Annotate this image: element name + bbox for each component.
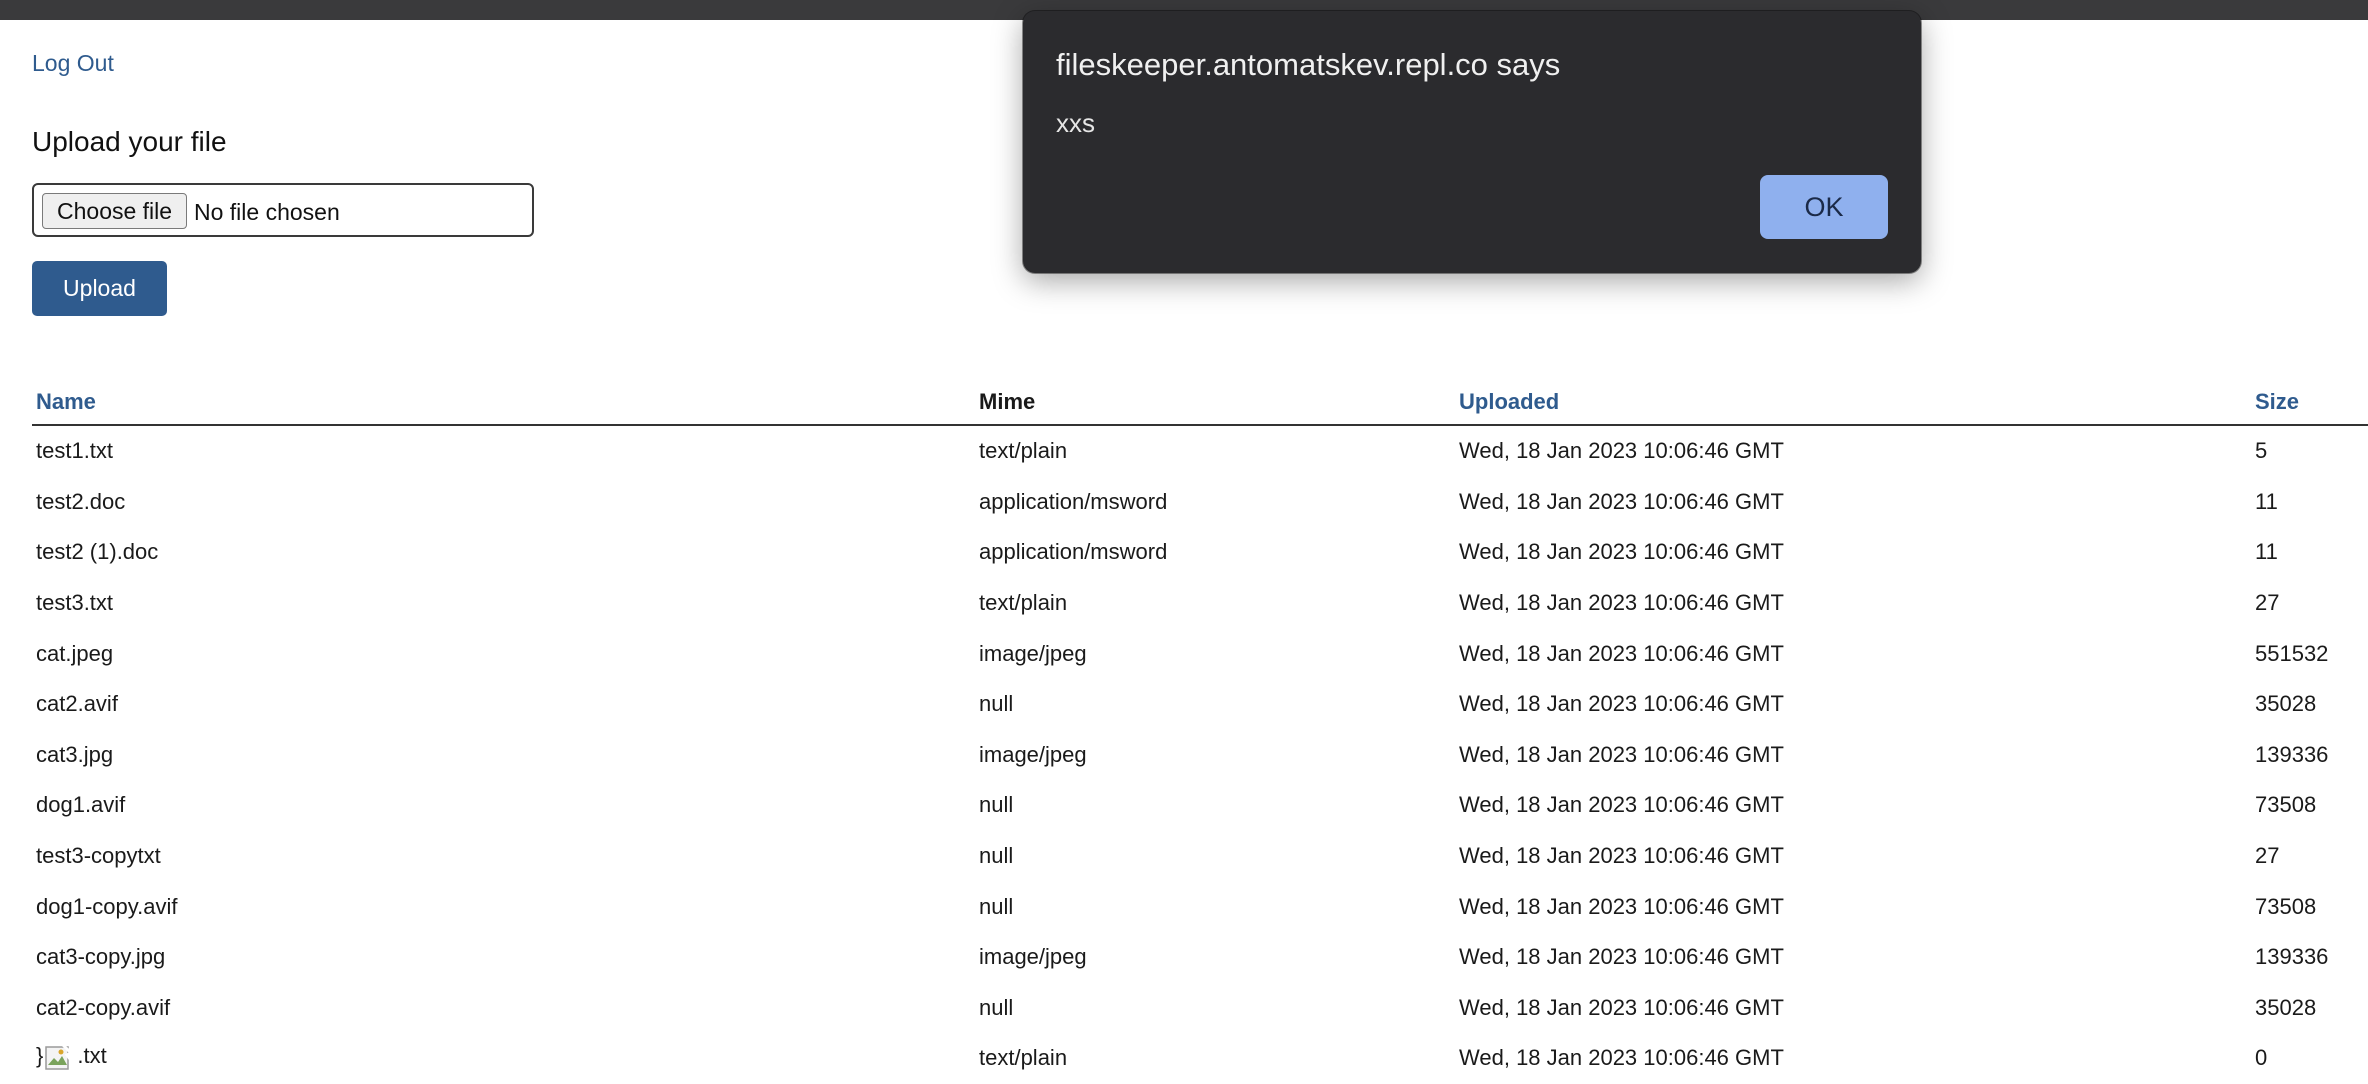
file-size: 5 — [2255, 438, 2268, 464]
alert-dialog: fileskeeper.antomatskev.repl.co says xxs… — [1023, 11, 1921, 273]
upload-button[interactable]: Upload — [32, 261, 167, 316]
file-mime: application/msword — [979, 539, 1168, 565]
file-name: test2 (1).doc — [36, 539, 159, 565]
file-mime: null — [979, 843, 1014, 869]
file-name-prefix: } — [36, 1043, 44, 1069]
file-name: test2.doc — [36, 488, 126, 514]
file-uploaded: Wed, 18 Jan 2023 10:06:46 GMT — [1459, 1045, 1784, 1071]
file-name: cat3-copy.jpg — [36, 944, 166, 970]
file-mime: text/plain — [979, 590, 1068, 616]
files-table: Name Mime Uploaded Size test1.txt text/p… — [32, 380, 2368, 1084]
file-name: cat2-copy.avif — [36, 994, 171, 1020]
table-row: test2 (1).doc application/msword Wed, 18… — [32, 527, 2368, 578]
choose-file-button[interactable]: Choose file — [42, 193, 188, 229]
file-name: dog1-copy.avif — [36, 893, 178, 919]
file-uploaded: Wed, 18 Jan 2023 10:06:46 GMT — [1459, 640, 1784, 666]
file-name: } .txt — [32, 1033, 975, 1084]
file-uploaded: Wed, 18 Jan 2023 10:06:46 GMT — [1459, 741, 1784, 767]
file-name: cat3.jpg — [36, 741, 114, 767]
file-size: 551532 — [2255, 640, 2329, 666]
file-name: cat2.avif — [36, 691, 118, 717]
column-header-uploaded[interactable]: Uploaded — [1455, 380, 2251, 426]
file-mime: null — [979, 994, 1014, 1020]
file-mime: text/plain — [979, 1045, 1068, 1071]
column-header-name[interactable]: Name — [32, 380, 975, 426]
file-size: 11 — [2255, 488, 2278, 514]
file-uploaded: Wed, 18 Jan 2023 10:06:46 GMT — [1459, 438, 1784, 464]
file-size: 27 — [2255, 590, 2280, 616]
table-row: test3.txt text/plain Wed, 18 Jan 2023 10… — [32, 578, 2368, 629]
file-mime: null — [979, 691, 1014, 717]
file-mime: image/jpeg — [979, 741, 1087, 767]
table-row: cat2-copy.avif null Wed, 18 Jan 2023 10:… — [32, 983, 2368, 1034]
table-row: cat3.jpg image/jpeg Wed, 18 Jan 2023 10:… — [32, 730, 2368, 781]
file-uploaded: Wed, 18 Jan 2023 10:06:46 GMT — [1459, 994, 1784, 1020]
file-uploaded: Wed, 18 Jan 2023 10:06:46 GMT — [1459, 539, 1784, 565]
file-uploaded: Wed, 18 Jan 2023 10:06:46 GMT — [1459, 843, 1784, 869]
file-uploaded: Wed, 18 Jan 2023 10:06:46 GMT — [1459, 944, 1784, 970]
file-size: 35028 — [2255, 994, 2317, 1020]
dialog-title: fileskeeper.antomatskev.repl.co says — [1056, 47, 1561, 82]
table-row: cat2.avif null Wed, 18 Jan 2023 10:06:46… — [32, 679, 2368, 730]
broken-image-icon — [43, 1043, 77, 1073]
file-size: 35028 — [2255, 691, 2317, 717]
file-name: dog1.avif — [36, 792, 126, 818]
table-row: test1.txt text/plain Wed, 18 Jan 2023 10… — [32, 425, 2368, 477]
column-header-size[interactable]: Size — [2251, 380, 2368, 426]
table-row: } .txt text/plain Wed, 18 Jan 2023 10:06:… — [32, 1033, 2368, 1084]
table-row: dog1-copy.avif null Wed, 18 Jan 2023 10:… — [32, 881, 2368, 932]
file-mime: image/jpeg — [979, 640, 1087, 666]
table-row: dog1.avif null Wed, 18 Jan 2023 10:06:46… — [32, 780, 2368, 831]
table-row: cat3-copy.jpg image/jpeg Wed, 18 Jan 202… — [32, 932, 2368, 983]
file-mime: application/msword — [979, 488, 1168, 514]
file-size: 11 — [2255, 539, 2278, 565]
file-uploaded: Wed, 18 Jan 2023 10:06:46 GMT — [1459, 893, 1784, 919]
file-uploaded: Wed, 18 Jan 2023 10:06:46 GMT — [1459, 792, 1784, 818]
table-row: cat.jpeg image/jpeg Wed, 18 Jan 2023 10:… — [32, 628, 2368, 679]
file-input[interactable]: Choose file No file chosen — [32, 183, 534, 237]
column-header-mime: Mime — [975, 380, 1455, 426]
file-uploaded: Wed, 18 Jan 2023 10:06:46 GMT — [1459, 590, 1784, 616]
table-row: test2.doc application/msword Wed, 18 Jan… — [32, 477, 2368, 528]
file-size: 73508 — [2255, 893, 2317, 919]
file-name-suffix: .txt — [77, 1043, 107, 1069]
table-header-row: Name Mime Uploaded Size — [32, 380, 2368, 426]
file-size: 139336 — [2255, 741, 2329, 767]
file-size: 27 — [2255, 843, 2280, 869]
table-row: test3-copytxt null Wed, 18 Jan 2023 10:0… — [32, 831, 2368, 882]
logout-link[interactable]: Log Out — [32, 50, 114, 77]
ok-button[interactable]: OK — [1760, 175, 1888, 239]
file-name: test3-copytxt — [36, 843, 161, 869]
file-mime: null — [979, 893, 1014, 919]
no-file-label: No file chosen — [194, 199, 340, 225]
file-size: 73508 — [2255, 792, 2317, 818]
file-size: 139336 — [2255, 944, 2329, 970]
file-size: 0 — [2255, 1045, 2268, 1071]
dialog-message: xxs — [1056, 108, 1095, 138]
file-mime: text/plain — [979, 438, 1068, 464]
file-name: test1.txt — [36, 438, 114, 464]
file-uploaded: Wed, 18 Jan 2023 10:06:46 GMT — [1459, 691, 1784, 717]
file-uploaded: Wed, 18 Jan 2023 10:06:46 GMT — [1459, 488, 1784, 514]
upload-title: Upload your file — [32, 126, 227, 157]
file-mime: image/jpeg — [979, 944, 1087, 970]
file-mime: null — [979, 792, 1014, 818]
file-name: cat.jpeg — [36, 640, 114, 666]
file-name: test3.txt — [36, 590, 114, 616]
